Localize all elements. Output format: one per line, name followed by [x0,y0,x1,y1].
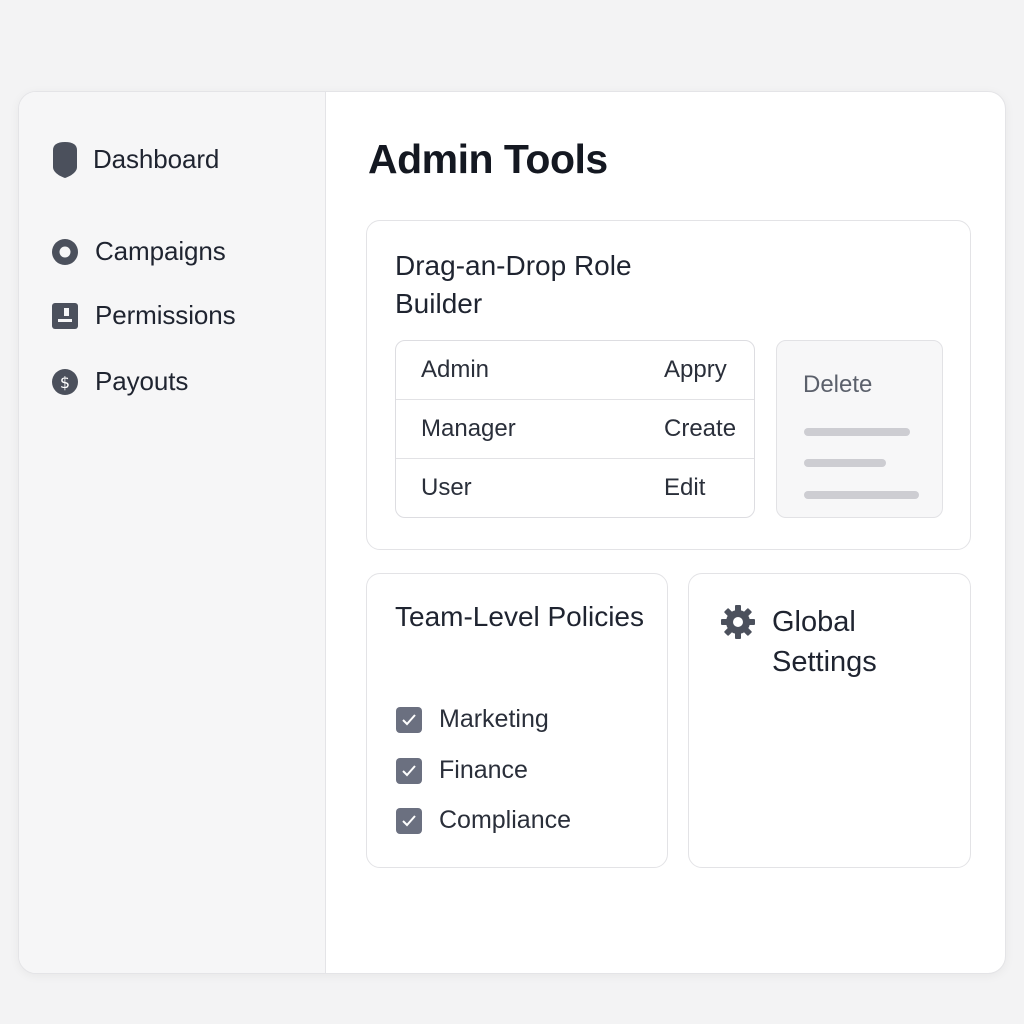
role-row[interactable]: User Edit [396,459,754,517]
placeholder-line [804,491,919,499]
permissions-icon [51,302,79,330]
policy-checkbox-marketing[interactable]: Marketing [396,705,549,734]
role-name: User [421,474,472,501]
team-policies-title: Team-Level Policies [395,601,644,632]
checkbox-checked-icon[interactable] [396,706,422,733]
team-policies-card: Team-Level Policies Marketing Finance Co… [366,573,668,868]
sidebar: Dashboard Campaigns Permissions $ Payout… [19,92,326,973]
svg-text:$: $ [60,373,70,392]
placeholder-line [804,459,886,467]
placeholder-line [804,428,910,436]
policy-checkbox-compliance[interactable]: Compliance [396,806,571,835]
sidebar-item-label: Dashboard [93,144,220,174]
role-table: Admin Appry Manager Create User Edit [395,340,755,518]
app-window: Dashboard Campaigns Permissions $ Payout… [18,91,1006,974]
policy-checkbox-finance[interactable]: Finance [396,756,528,785]
role-permission: Create [664,415,737,442]
role-permission: Edit [664,474,706,501]
main-content: Admin Tools Drag-an-Drop Role Builder Ad… [326,92,1005,973]
policy-label: Marketing [439,705,549,733]
role-builder-title: Drag-an-Drop Role Builder [395,250,632,319]
page-title: Admin Tools [368,136,608,182]
sidebar-item-label: Permissions [95,300,236,330]
policy-label: Compliance [439,806,572,834]
role-row[interactable]: Admin Appry [396,341,754,400]
global-settings-title: Global Settings [772,606,877,678]
role-row[interactable]: Manager Create [396,400,754,459]
sidebar-item-label: Payouts [95,366,189,396]
shield-icon [51,141,79,178]
sidebar-item-dashboard[interactable]: Dashboard [51,141,220,178]
sidebar-item-label: Campaigns [95,236,226,266]
checkbox-checked-icon[interactable] [396,807,422,834]
delete-drop-zone[interactable]: Delete [776,340,943,518]
delete-zone-label: Delete [803,371,873,398]
global-settings-card[interactable]: Global Settings [688,573,971,868]
circle-icon [51,238,79,266]
sidebar-item-campaigns[interactable]: Campaigns [51,236,226,267]
dollar-icon: $ [51,368,79,396]
role-builder-card: Drag-an-Drop Role Builder Admin Appry Ma… [366,220,971,550]
sidebar-item-permissions[interactable]: Permissions [51,300,236,331]
gear-icon [720,604,756,640]
checkbox-checked-icon[interactable] [396,757,422,784]
role-name: Admin [421,356,490,383]
policy-label: Finance [439,756,528,784]
role-permission: Appry [664,356,727,383]
sidebar-item-payouts[interactable]: $ Payouts [51,366,188,397]
role-name: Manager [421,415,516,442]
